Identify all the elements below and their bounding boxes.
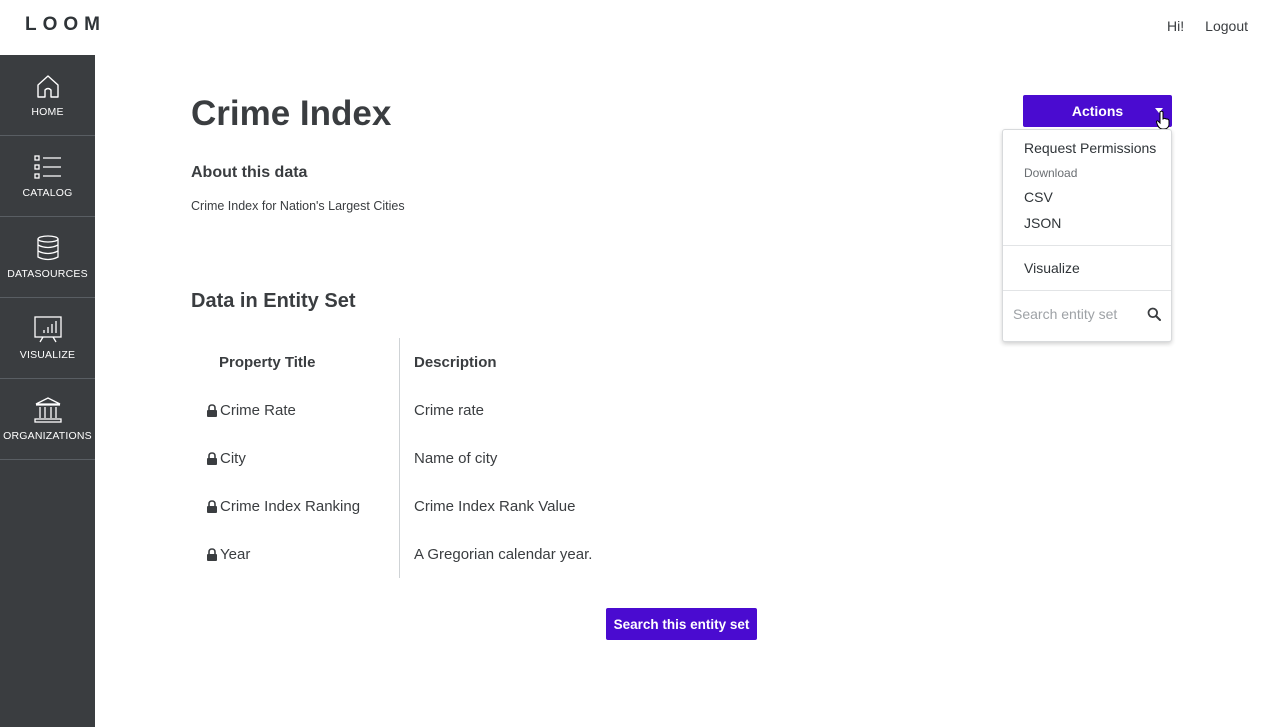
menu-item-request-permissions[interactable]: Request Permissions: [1024, 140, 1156, 156]
search-entity-set-button[interactable]: Search this entity set: [606, 608, 757, 640]
sidebar-item-label: HOME: [31, 106, 64, 118]
sidebar-item-home[interactable]: HOME: [0, 55, 95, 136]
entity-set-heading: Data in Entity Set: [191, 290, 356, 312]
sidebar-item-label: DATASOURCES: [7, 268, 88, 280]
database-icon: [36, 235, 59, 261]
lock-icon: [207, 547, 217, 561]
menu-item-visualize[interactable]: Visualize: [1024, 260, 1080, 276]
logout-link[interactable]: Logout: [1205, 18, 1248, 34]
lock-icon: [207, 499, 217, 513]
entity-set-search-input[interactable]: [1013, 306, 1133, 322]
header-property-title: Property Title: [219, 353, 316, 371]
sidebar: HOME CATALOG DATASOURCES VISUALIZE ORGAN…: [0, 55, 95, 727]
property-description: Crime rate: [414, 401, 485, 419]
property-title: City: [220, 449, 246, 467]
table-column-divider: [399, 338, 400, 578]
organization-icon: [33, 397, 62, 423]
app-logo[interactable]: LOOM: [25, 14, 106, 36]
property-title: Crime Index Ranking: [220, 497, 361, 515]
page-title: Crime Index: [191, 94, 392, 133]
sidebar-item-label: VISUALIZE: [19, 349, 76, 361]
lock-icon: [207, 451, 217, 465]
property-description: Crime Index Rank Value: [414, 497, 576, 515]
greeting-link[interactable]: Hi!: [1167, 18, 1184, 34]
header-description: Description: [414, 353, 497, 371]
about-heading: About this data: [191, 164, 308, 181]
sidebar-item-organizations[interactable]: ORGANIZATIONS: [0, 379, 95, 460]
menu-divider: [1003, 290, 1171, 291]
sidebar-item-visualize[interactable]: VISUALIZE: [0, 298, 95, 379]
sidebar-item-label: CATALOG: [22, 187, 73, 199]
actions-button[interactable]: Actions: [1023, 95, 1172, 127]
menu-divider: [1003, 245, 1171, 246]
menu-item-csv[interactable]: CSV: [1024, 189, 1053, 205]
about-description: Crime Index for Nation's Largest Cities: [191, 199, 405, 213]
chart-icon: [33, 316, 62, 343]
home-icon: [36, 75, 59, 98]
property-description: Name of city: [414, 449, 498, 467]
property-title: Year: [220, 545, 251, 563]
sidebar-item-catalog[interactable]: CATALOG: [0, 136, 95, 217]
sidebar-item-datasources[interactable]: DATASOURCES: [0, 217, 95, 298]
menu-header-download: Download: [1024, 166, 1078, 180]
search-icon[interactable]: [1147, 307, 1161, 321]
property-title: Crime Rate: [220, 401, 296, 419]
property-description: A Gregorian calendar year.: [414, 545, 593, 563]
catalog-icon: [33, 155, 61, 179]
hand-cursor-icon: [1155, 110, 1170, 130]
actions-dropdown-menu: Request Permissions Download CSV JSON Vi…: [1002, 129, 1172, 342]
lock-icon: [207, 403, 217, 417]
user-links: Hi! Logout: [1167, 18, 1248, 34]
menu-item-json[interactable]: JSON: [1024, 215, 1061, 231]
sidebar-item-label: ORGANIZATIONS: [3, 430, 92, 442]
actions-button-label: Actions: [1071, 103, 1124, 119]
